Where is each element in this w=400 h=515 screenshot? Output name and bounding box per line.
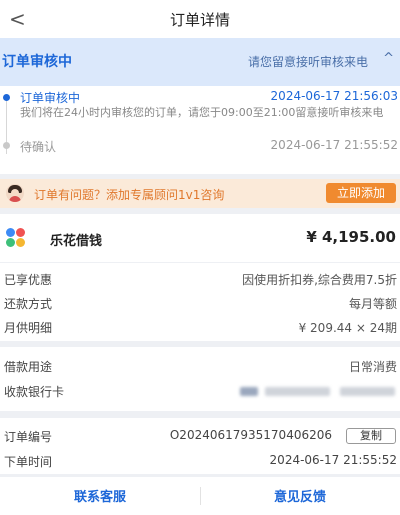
page-title: 订单详情 xyxy=(169,11,230,29)
footer-bar: 联系客服 意见反馈 xyxy=(0,477,400,515)
feedback-button[interactable]: 意见反馈 xyxy=(200,486,400,505)
status-header[interactable]: 订单审核中 请您留意接听审核来电 ^ xyxy=(0,38,400,86)
timeline-step-time: 2024-06-17 21:56:03 xyxy=(270,89,398,103)
advisor-banner[interactable]: 订单有问题？添加专属顾问1v1咨询 立即添加 xyxy=(0,179,400,208)
detail-row: 已享优惠 因使用折扣券,综合费用7.5折 xyxy=(0,270,400,290)
contact-service-button[interactable]: 联系客服 xyxy=(0,486,200,505)
bank-logo-redacted xyxy=(240,387,258,396)
usage-section: 借款用途 日常消费 收款银行卡 xyxy=(0,347,400,411)
order-time-label: 下单时间 xyxy=(4,455,53,469)
order-info: 订单编号 O20240617935170406206 复制 下单时间 2024-… xyxy=(0,418,400,474)
detail-row: 月供明细 ¥ 209.44 × 24期 xyxy=(0,318,400,338)
copy-button[interactable]: 复制 xyxy=(346,428,396,444)
order-time-value: 2024-06-17 21:55:52 xyxy=(269,453,397,467)
purpose-value: 日常消费 xyxy=(348,360,397,374)
card-number-redacted xyxy=(340,387,395,396)
detail-label: 已享优惠 xyxy=(4,273,53,287)
timeline-dot xyxy=(3,142,10,149)
banner-text: 订单有问题？添加专属顾问1v1咨询 xyxy=(34,188,225,202)
nav-bar: < 订单详情 xyxy=(0,0,400,38)
order-number-row: 订单编号 O20240617935170406206 xyxy=(0,427,400,447)
order-number-label: 订单编号 xyxy=(4,430,53,444)
bank-card-row: 收款银行卡 xyxy=(0,382,400,402)
product-card: 乐花借钱 ¥ 4,195.00 xyxy=(0,214,400,262)
timeline-step-name: 订单审核中 xyxy=(20,91,81,105)
status-timeline: 订单审核中 2024-06-17 21:56:03 我们将在24小时内审核您的订… xyxy=(0,86,400,174)
purpose-label: 借款用途 xyxy=(4,360,53,374)
chevron-up-icon[interactable]: ^ xyxy=(383,51,394,66)
purpose-row: 借款用途 日常消费 xyxy=(0,357,400,377)
add-advisor-button[interactable]: 立即添加 xyxy=(326,183,396,203)
advisor-avatar xyxy=(6,184,24,202)
timeline-dot-active xyxy=(3,94,10,101)
four-dot-logo-icon xyxy=(6,228,34,248)
order-number-value: O20240617935170406206 xyxy=(169,428,332,442)
product-name: 乐花借钱 xyxy=(50,234,103,249)
status-hint: 请您留意接听审核来电 xyxy=(247,55,368,69)
loan-details: 已享优惠 因使用折扣券,综合费用7.5折 还款方式 每月等额 月供明细 ¥ 20… xyxy=(0,263,400,341)
bank-name-redacted xyxy=(265,387,330,396)
loan-amount: ¥ 4,195.00 xyxy=(306,228,396,246)
detail-label: 还款方式 xyxy=(4,297,53,311)
timeline-step-name: 待确认 xyxy=(20,140,57,154)
timeline-step-desc: 我们将在24小时内审核您的订单，请您于09:00至21:00留意接听审核来电 xyxy=(20,106,384,119)
detail-value: ¥ 209.44 × 24期 xyxy=(298,321,397,335)
bank-card-label: 收款银行卡 xyxy=(4,385,65,399)
order-time-row: 下单时间 2024-06-17 21:55:52 xyxy=(0,452,400,472)
detail-value: 因使用折扣券,综合费用7.5折 xyxy=(242,273,397,287)
status-title: 订单审核中 xyxy=(2,54,72,70)
detail-label: 月供明细 xyxy=(4,321,53,335)
timeline-step-time: 2024-06-17 21:55:52 xyxy=(270,138,398,152)
detail-row: 还款方式 每月等额 xyxy=(0,294,400,314)
detail-value: 每月等额 xyxy=(348,297,397,311)
